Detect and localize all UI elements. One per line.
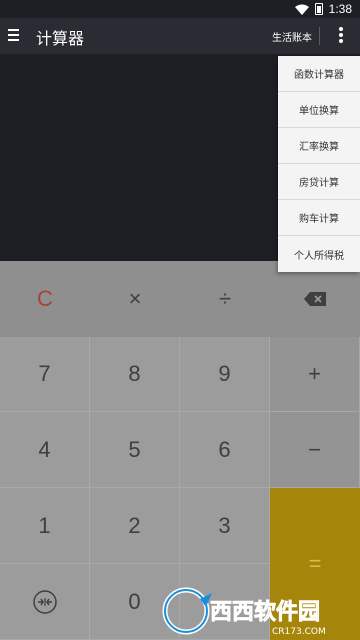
menu-item-car-purchase[interactable]: 购车计算 xyxy=(278,200,360,236)
plus-button[interactable]: + xyxy=(270,337,360,412)
menu-item-exchange-rate[interactable]: 汇率换算 xyxy=(278,128,360,164)
calculator-screen: 1:38 计算器 生活账本 C × ÷ 7 8 9 + 4 5 6 − 1 2 … xyxy=(0,0,360,640)
convert-button[interactable] xyxy=(0,564,90,640)
menu-item-income-tax[interactable]: 个人所得税 xyxy=(278,236,360,272)
key-7[interactable]: 7 xyxy=(0,337,90,412)
status-bar: 1:38 xyxy=(0,0,360,18)
convert-arrows-icon xyxy=(32,589,57,614)
decimal-area xyxy=(180,564,270,640)
key-4[interactable]: 4 xyxy=(0,412,90,488)
app-bar: 计算器 生活账本 xyxy=(0,18,360,54)
key-1[interactable]: 1 xyxy=(0,488,90,564)
multiply-button[interactable]: × xyxy=(90,261,180,337)
divide-button[interactable]: ÷ xyxy=(180,261,270,337)
backspace-icon xyxy=(304,292,326,306)
key-5[interactable]: 5 xyxy=(90,412,180,488)
ledger-button[interactable]: 生活账本 xyxy=(272,29,312,44)
wifi-icon xyxy=(294,4,309,15)
key-2[interactable]: 2 xyxy=(90,488,180,564)
menu-item-function-calculator[interactable]: 函数计算器 xyxy=(278,56,360,92)
key-8[interactable]: 8 xyxy=(90,337,180,412)
key-3[interactable]: 3 xyxy=(180,488,270,564)
overflow-vertical-icon[interactable] xyxy=(338,27,344,45)
clear-button[interactable]: C xyxy=(0,261,90,337)
key-6[interactable]: 6 xyxy=(180,412,270,488)
key-0[interactable]: 0 xyxy=(90,564,180,640)
status-time: 1:38 xyxy=(328,2,352,16)
hamburger-menu-icon[interactable] xyxy=(8,29,19,43)
app-title: 计算器 xyxy=(36,29,85,48)
overflow-popup-menu: 函数计算器 单位换算 汇率换算 房贷计算 购车计算 个人所得税 xyxy=(278,56,360,272)
keypad: C × ÷ 7 8 9 + 4 5 6 − 1 2 3 = 0 xyxy=(0,261,360,640)
menu-item-unit-conversion[interactable]: 单位换算 xyxy=(278,92,360,128)
menu-item-mortgage[interactable]: 房贷计算 xyxy=(278,164,360,200)
backspace-button[interactable] xyxy=(270,261,360,337)
battery-icon xyxy=(314,3,323,15)
minus-button[interactable]: − xyxy=(270,412,360,488)
appbar-divider xyxy=(319,27,320,45)
status-bar-right: 1:38 xyxy=(294,2,352,16)
key-9[interactable]: 9 xyxy=(180,337,270,412)
equals-button[interactable]: = xyxy=(270,488,360,640)
